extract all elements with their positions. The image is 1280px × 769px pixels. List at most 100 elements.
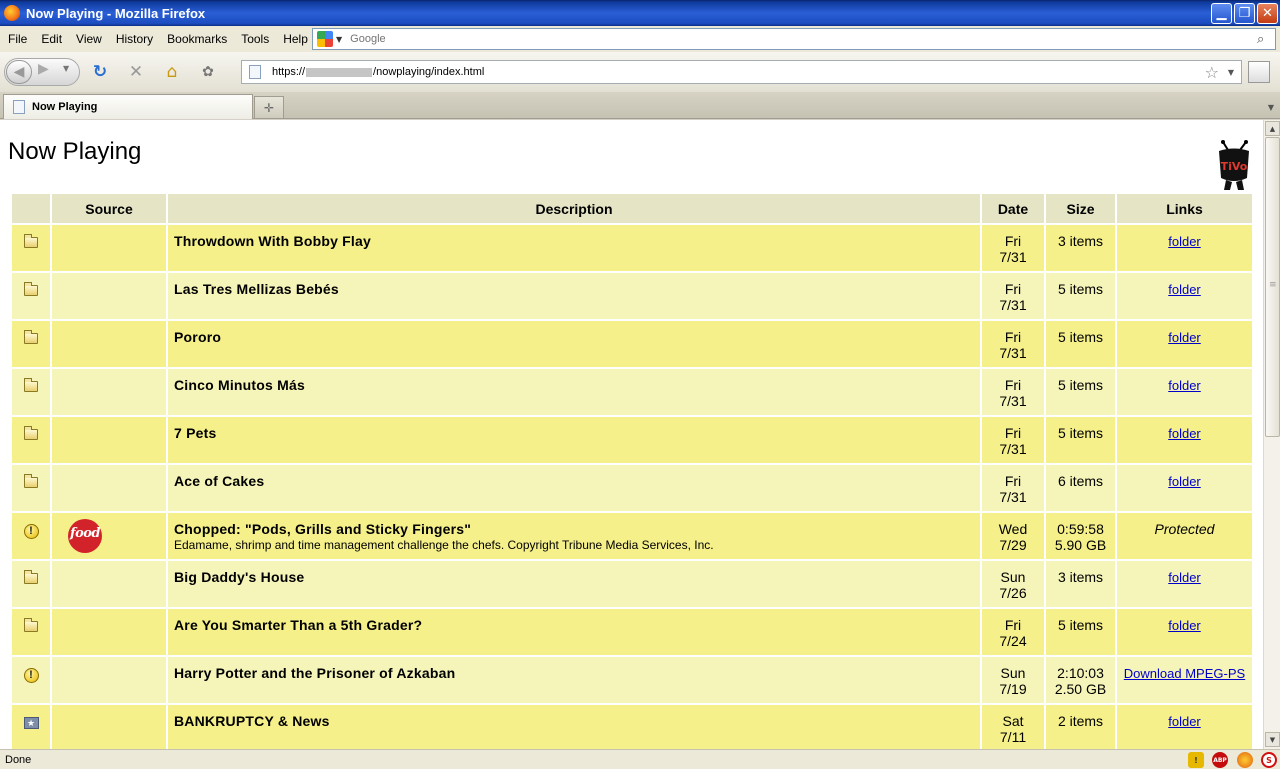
search-engine-dropdown-icon[interactable]: ▼	[336, 35, 342, 44]
table-row: Are You Smarter Than a 5th Grader? Fri 7/2…	[12, 609, 1252, 655]
row-date: 7/31	[999, 489, 1027, 505]
folder-link[interactable]: folder	[1168, 378, 1201, 393]
menu-file[interactable]: File	[1, 32, 34, 46]
row-size-cell: 5 items	[1046, 609, 1115, 655]
title-bar: Now Playing - Mozilla Firefox ▁ ❐ ✕	[0, 0, 1280, 26]
reload-button[interactable]: ↻	[88, 61, 112, 83]
adblock-plus-icon[interactable]: ABP	[1212, 752, 1228, 768]
menu-help[interactable]: Help	[276, 32, 315, 46]
row-size-cell: 0:59:58 5.90 GB	[1046, 513, 1115, 559]
row-date-cell: Fri 7/31	[982, 273, 1044, 319]
back-button[interactable]: ◀	[6, 60, 32, 84]
google-icon[interactable]	[317, 31, 333, 47]
stop-button[interactable]: ✕	[124, 61, 148, 83]
scroll-up-button[interactable]: ▲	[1265, 121, 1280, 136]
list-all-tabs-button[interactable]	[1248, 61, 1270, 83]
row-description-cell: Harry Potter and the Prisoner of Azkaban	[168, 657, 980, 703]
row-links-cell: folder	[1117, 705, 1252, 749]
table-row: ! food Chopped: "Pods, Grills and Sticky F…	[12, 513, 1252, 559]
forward-button[interactable]: ▶	[38, 61, 49, 77]
folder-link[interactable]: folder	[1168, 570, 1201, 585]
search-input[interactable]	[350, 33, 1257, 45]
folder-icon	[24, 426, 38, 440]
row-size: 2:10:03	[1057, 665, 1104, 681]
menu-history[interactable]: History	[109, 32, 160, 46]
column-header-source[interactable]: Source	[52, 194, 166, 223]
row-title: Throwdown With Bobby Flay	[174, 233, 371, 249]
url-history-dropdown-icon[interactable]: ▼	[1228, 68, 1234, 77]
row-source-cell	[52, 465, 166, 511]
row-icon-cell: ★	[12, 705, 50, 749]
table-row: Cinco Minutos Más Fri 7/31 5 items folder	[12, 369, 1252, 415]
maximize-button[interactable]: ❐	[1234, 3, 1255, 24]
row-date-cell: Fri 7/31	[982, 417, 1044, 463]
firefox-addon-icon[interactable]	[1237, 752, 1253, 768]
menu-bookmarks[interactable]: Bookmarks	[160, 32, 234, 46]
folder-link[interactable]: folder	[1168, 330, 1201, 345]
row-description-cell: Throwdown With Bobby Flay	[168, 225, 980, 271]
history-dropdown-icon[interactable]: ▼	[63, 64, 69, 73]
column-header-size[interactable]: Size	[1046, 194, 1115, 223]
url-text[interactable]: https:// /nowplaying/index.html	[272, 66, 484, 78]
row-date-cell: Fri 7/31	[982, 465, 1044, 511]
row-size-cell: 5 items	[1046, 273, 1115, 319]
row-day: Fri	[1004, 377, 1022, 393]
search-icon[interactable]: ⌕	[1257, 32, 1275, 47]
tab-label: Now Playing	[32, 101, 98, 113]
row-links-cell: folder	[1117, 369, 1252, 415]
row-size-cell: 3 items	[1046, 561, 1115, 607]
url-bar[interactable]: https:// /nowplaying/index.html ☆ ▼	[241, 60, 1242, 84]
menu-tools[interactable]: Tools	[234, 32, 276, 46]
row-title: Are You Smarter Than a 5th Grader?	[174, 617, 423, 633]
page-icon	[13, 100, 25, 114]
folder-icon	[24, 330, 38, 344]
noscript-icon[interactable]: S	[1261, 752, 1277, 768]
scroll-thumb[interactable]	[1265, 137, 1280, 437]
row-day: Fri	[1004, 233, 1022, 249]
row-date: 7/31	[999, 297, 1027, 313]
folder-link[interactable]: folder	[1168, 426, 1201, 441]
row-title: BANKRUPTCY & News	[174, 713, 330, 729]
download-link[interactable]: Download MPEG-PS	[1124, 666, 1245, 681]
security-lock-icon[interactable]: !	[1188, 752, 1204, 768]
column-header-date[interactable]: Date	[982, 194, 1044, 223]
new-tab-button[interactable]: ✛	[254, 96, 284, 119]
url-suffix: /nowplaying/index.html	[373, 66, 485, 78]
tab-now-playing[interactable]: Now Playing	[3, 94, 253, 119]
addons-icon[interactable]: ✿	[196, 61, 220, 83]
row-day: Fri	[1004, 473, 1022, 489]
row-description-cell: 7 Pets	[168, 417, 980, 463]
table-row: Las Tres Mellizas Bebés Fri 7/31 5 items fol…	[12, 273, 1252, 319]
row-size: 3 items	[1057, 233, 1104, 249]
menu-view[interactable]: View	[69, 32, 109, 46]
row-size-cell: 5 items	[1046, 417, 1115, 463]
url-redacted-host	[306, 67, 373, 77]
scroll-down-button[interactable]: ▼	[1265, 732, 1280, 747]
menu-edit[interactable]: Edit	[34, 32, 69, 46]
folder-link[interactable]: folder	[1168, 282, 1201, 297]
folder-link[interactable]: folder	[1168, 618, 1201, 633]
column-header-description[interactable]: Description	[168, 194, 980, 223]
folder-link[interactable]: folder	[1168, 714, 1201, 729]
close-window-button[interactable]: ✕	[1257, 3, 1278, 24]
row-size: 5 items	[1057, 377, 1104, 393]
row-date-cell: Wed 7/29	[982, 513, 1044, 559]
folder-link[interactable]: folder	[1168, 234, 1201, 249]
food-network-logo: food	[68, 519, 102, 553]
row-icon-cell: !	[12, 513, 50, 559]
tab-bar: Now Playing ✛ ▼	[0, 92, 1280, 119]
folder-link[interactable]: folder	[1168, 474, 1201, 489]
minimize-button[interactable]: ▁	[1211, 3, 1232, 24]
row-day: Wed	[998, 521, 1028, 537]
home-button[interactable]: ⌂	[160, 61, 184, 83]
page-icon	[249, 65, 261, 79]
firefox-logo-icon	[4, 5, 20, 21]
vertical-scrollbar[interactable]: ▲ ▼	[1263, 120, 1280, 749]
tab-scroll-dropdown-icon[interactable]: ▼	[1262, 96, 1280, 119]
bookmark-star-icon[interactable]: ☆	[1205, 63, 1219, 82]
row-date: 7/29	[999, 537, 1027, 553]
table-body: Throwdown With Bobby Flay Fri 7/31 3 items f…	[12, 225, 1252, 749]
folder-icon	[24, 378, 38, 392]
page-title: Now Playing	[8, 138, 142, 165]
row-description-cell: Are You Smarter Than a 5th Grader?	[168, 609, 980, 655]
